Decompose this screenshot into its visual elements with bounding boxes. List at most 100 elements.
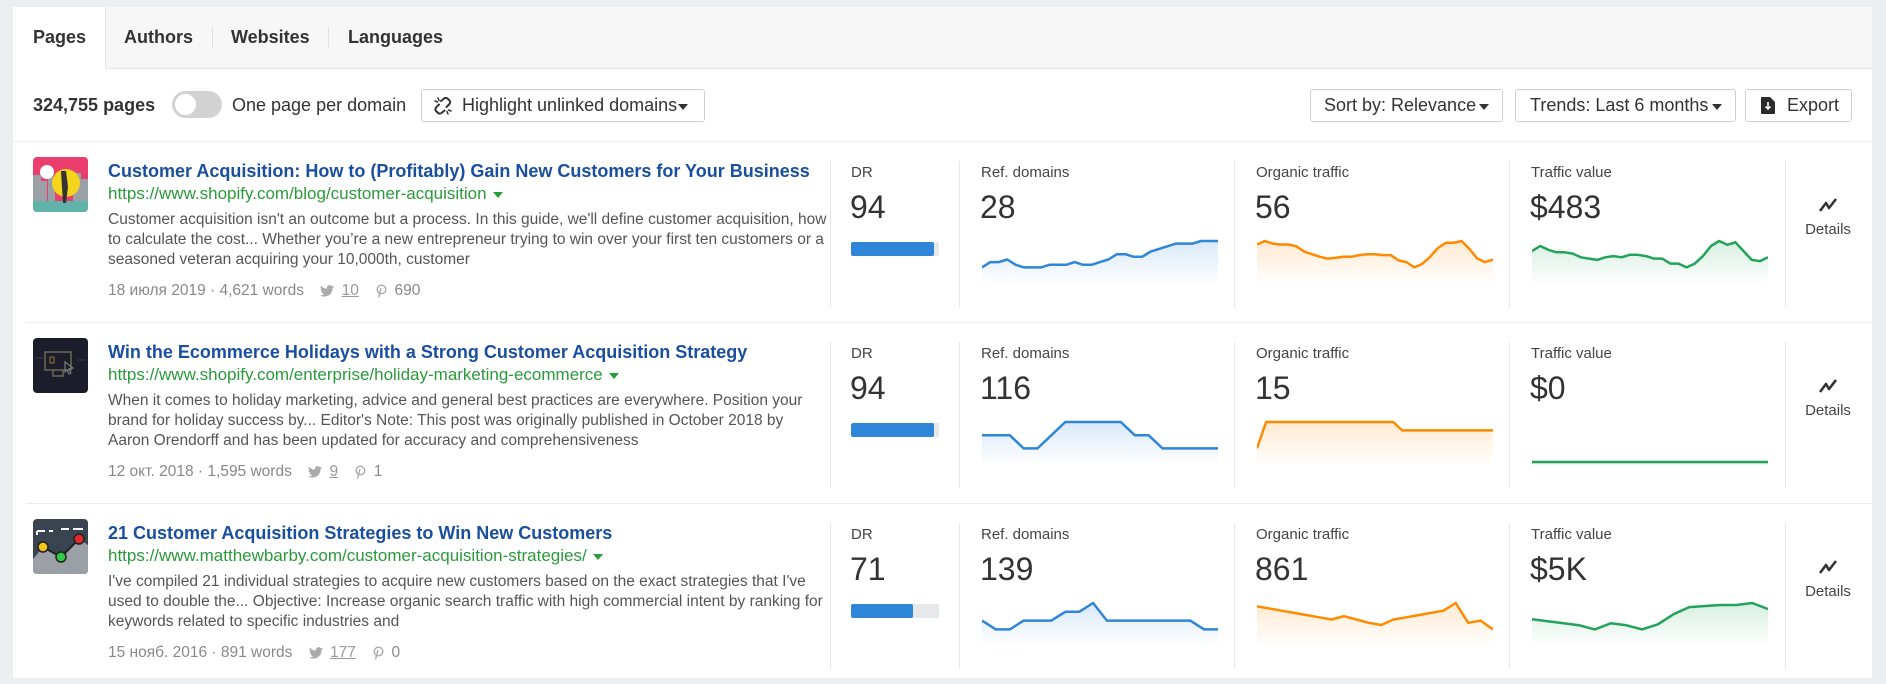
twitter-shares-link[interactable]: 177: [330, 644, 356, 661]
dr-label: DR: [851, 526, 873, 543]
url-text[interactable]: https://www.matthewbarby.com/customer-ac…: [108, 546, 587, 565]
dr-label: DR: [851, 164, 873, 181]
city-illustration-thumbnail[interactable]: [33, 157, 88, 212]
trend-chart-icon: [1818, 198, 1838, 212]
tab-languages[interactable]: Languages: [348, 7, 443, 68]
result-meta: 18 июля 2019 · 4,621 words 10 690: [108, 282, 420, 300]
traffic-value-value: $0: [1530, 370, 1566, 406]
organic-traffic-sparkline: [1257, 420, 1493, 466]
result-description: When it comes to holiday marketing, advi…: [108, 392, 803, 449]
download-file-icon: [1761, 97, 1775, 114]
organic-traffic-value: 56: [1255, 189, 1291, 225]
trends-label: Trends: Last 6 months: [1530, 95, 1709, 115]
export-label: Export: [1787, 95, 1840, 115]
trends-dropdown[interactable]: Trends: Last 6 months: [1515, 89, 1736, 122]
url-text[interactable]: https://www.shopify.com/enterprise/holid…: [108, 365, 603, 384]
twitter-shares-link[interactable]: 10: [342, 282, 359, 299]
monitor-illustration-thumbnail[interactable]: [33, 338, 88, 393]
publish-date: 12 окт. 2018: [108, 463, 194, 480]
highlight-label: Highlight unlinked domains: [462, 95, 678, 115]
organic-traffic-sparkline: [1257, 601, 1493, 647]
traffic-value-sparkline: [1532, 239, 1768, 285]
result-row: Customer Acquisition: How to (Profitably…: [13, 141, 1872, 322]
tab-websites[interactable]: Websites: [231, 7, 310, 68]
chart-illustration-thumbnail[interactable]: [33, 519, 88, 574]
dr-bar-fill: [851, 423, 934, 437]
organic-traffic-label: Organic traffic: [1256, 345, 1350, 362]
twitter-icon: [308, 466, 323, 478]
column-divider: [830, 523, 831, 669]
twitter-icon: [308, 647, 323, 659]
organic-traffic-sparkline: [1257, 239, 1493, 285]
toolbar: 324,755 pages One page per domain Highli…: [13, 69, 1872, 142]
one-page-per-domain-toggle[interactable]: [172, 91, 222, 118]
column-divider: [1509, 523, 1510, 669]
result-url[interactable]: https://www.matthewbarby.com/customer-ac…: [108, 546, 603, 566]
column-divider: [1509, 342, 1510, 488]
column-divider: [1234, 342, 1235, 488]
details-button[interactable]: Details: [1793, 559, 1863, 600]
export-button[interactable]: Export: [1745, 89, 1852, 122]
publish-date: 15 нояб. 2016: [108, 644, 208, 661]
result-title-link[interactable]: Win the Ecommerce Holidays with a Strong…: [108, 342, 747, 363]
column-divider: [959, 342, 960, 488]
tab-label: Languages: [348, 27, 444, 47]
traffic-value-sparkline: [1532, 601, 1768, 647]
dr-bar-fill: [851, 604, 914, 618]
result-count: 324,755 pages: [33, 95, 156, 115]
sort-dropdown[interactable]: Sort by: Relevance: [1310, 89, 1503, 122]
tab-authors[interactable]: Authors: [124, 7, 193, 68]
sparkline-area: [1532, 241, 1768, 285]
dr-value: 71: [850, 551, 886, 587]
pinterest-icon: [373, 646, 384, 660]
ref-domains-label: Ref. domains: [981, 164, 1070, 181]
url-text[interactable]: https://www.shopify.com/blog/customer-ac…: [108, 184, 487, 203]
twitter-icon: [320, 285, 335, 297]
traffic-value-sparkline: [1532, 460, 1768, 466]
traffic-value-label: Traffic value: [1531, 526, 1612, 543]
ref-domains-label: Ref. domains: [981, 345, 1070, 362]
result-title-link[interactable]: 21 Customer Acquisition Strategies to Wi…: [108, 523, 612, 544]
publish-date: 18 июля 2019: [108, 282, 206, 299]
meta-separator: ·: [210, 282, 220, 299]
row-divider: [26, 503, 1872, 504]
word-count: 891 words: [220, 644, 293, 661]
column-divider: [1509, 161, 1510, 307]
pinterest-icon: [376, 284, 387, 298]
caret-down-icon: [1479, 104, 1489, 110]
result-url[interactable]: https://www.shopify.com/enterprise/holid…: [108, 365, 619, 385]
toggle-knob: [175, 94, 196, 115]
url-dropdown-caret-icon[interactable]: [592, 553, 603, 560]
content-panel: Pages Authors Websites Languages 324,755…: [13, 7, 1872, 678]
word-count: 1,595 words: [207, 463, 292, 480]
column-divider: [959, 523, 960, 669]
details-label: Details: [1805, 402, 1851, 419]
highlight-unlinked-domains-dropdown[interactable]: Highlight unlinked domains: [421, 89, 705, 122]
ref-domains-value: 139: [980, 551, 1034, 587]
twitter-shares-link[interactable]: 9: [329, 463, 338, 480]
ref-domains-sparkline: [982, 239, 1218, 285]
result-title-link[interactable]: Customer Acquisition: How to (Profitably…: [108, 161, 810, 182]
column-divider: [830, 161, 831, 307]
sort-label: Sort by: Relevance: [1324, 95, 1477, 115]
url-dropdown-caret-icon[interactable]: [608, 372, 619, 379]
tab-pages[interactable]: Pages: [13, 7, 106, 69]
details-button[interactable]: Details: [1793, 197, 1863, 238]
details-button[interactable]: Details: [1793, 378, 1863, 419]
pinterest-shares: 1: [373, 463, 383, 480]
meta-separator: ·: [211, 644, 221, 661]
toggle-label: One page per domain: [232, 95, 407, 115]
result-url[interactable]: https://www.shopify.com/blog/customer-ac…: [108, 184, 503, 204]
organic-traffic-label: Organic traffic: [1256, 526, 1350, 543]
dr-bar: [851, 242, 939, 256]
url-dropdown-caret-icon[interactable]: [492, 191, 503, 198]
dr-value: 94: [850, 370, 886, 406]
dr-bar: [851, 423, 939, 437]
row-divider: [26, 322, 1872, 323]
sparkline-area: [1257, 422, 1493, 466]
organic-traffic-value: 861: [1255, 551, 1309, 587]
ref-domains-label: Ref. domains: [981, 526, 1070, 543]
result-description: Customer acquisition isn't an outcome bu…: [108, 211, 827, 268]
column-divider: [1785, 523, 1786, 669]
result-meta: 15 нояб. 2016 · 891 words 177 0: [108, 644, 400, 662]
